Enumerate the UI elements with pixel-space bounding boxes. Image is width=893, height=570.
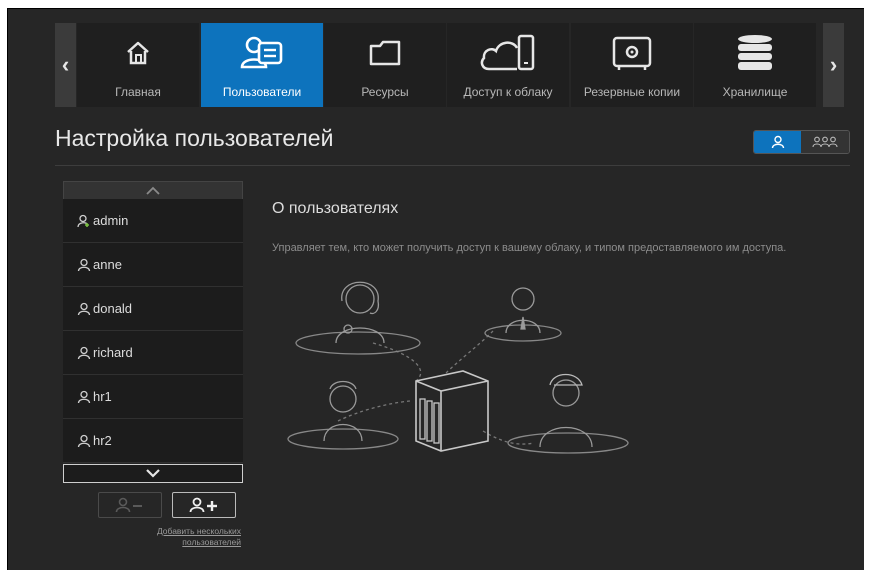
user-list-item-hr2[interactable]: hr2 — [63, 419, 243, 463]
user-list-item-richard[interactable]: richard — [63, 331, 243, 375]
users-illustration — [287, 281, 629, 454]
nav-item-backups[interactable]: Резервные копии — [571, 23, 693, 107]
users-icon — [201, 31, 323, 75]
list-scroll-down-button[interactable] — [63, 464, 243, 483]
add-multiple-line2: пользователей — [182, 537, 241, 547]
nav-item-label: Резервные копии — [583, 85, 681, 99]
nav-next-button[interactable]: › — [823, 23, 844, 107]
single-user-icon — [771, 135, 784, 149]
storage-icon — [694, 31, 816, 75]
user-list-item-hr1[interactable]: hr1 — [63, 375, 243, 419]
nav-prev-button[interactable]: ‹ — [55, 23, 76, 107]
nav-item-shares[interactable]: Ресурсы — [324, 23, 446, 107]
nav-item-label: Доступ к облаку — [463, 85, 553, 99]
home-icon — [77, 31, 199, 75]
app-window: ‹ Главная Пользователи Ресурсы Доступ к … — [7, 8, 864, 570]
chevron-left-icon: ‹ — [61, 52, 70, 77]
admin-user-icon — [77, 214, 91, 228]
add-user-button[interactable] — [172, 492, 236, 518]
chevron-up-icon — [146, 186, 160, 195]
chevron-down-icon — [146, 469, 160, 478]
user-list-item-admin[interactable]: admin — [63, 199, 243, 243]
user-list-item-anne[interactable]: anne — [63, 243, 243, 287]
safe-icon — [571, 31, 693, 75]
add-multiple-users-link[interactable]: Добавить нескольких пользователей — [108, 526, 241, 548]
list-scroll-up-button[interactable] — [63, 181, 243, 200]
multi-user-icon — [812, 136, 838, 148]
about-title: О пользователях — [272, 200, 399, 217]
nav-item-label: Ресурсы — [361, 85, 409, 99]
window-edge — [864, 8, 893, 569]
nav-item-label: Пользователи — [222, 85, 302, 99]
nav-item-storage[interactable]: Хранилище — [694, 23, 816, 107]
user-name: anne — [93, 257, 122, 272]
add-multiple-line1: Добавить нескольких — [156, 526, 241, 536]
view-toggle — [753, 130, 850, 154]
chevron-right-icon: › — [829, 52, 838, 77]
user-icon — [77, 258, 91, 272]
user-name: donald — [93, 301, 133, 316]
nav-item-label: Хранилище — [722, 85, 788, 99]
user-name: richard — [93, 345, 133, 360]
user-icon — [77, 434, 91, 448]
add-user-icon — [189, 497, 217, 513]
remove-user-icon — [115, 497, 142, 513]
user-icon — [77, 346, 91, 360]
user-list-item-donald[interactable]: donald — [63, 287, 243, 331]
nav-item-home[interactable]: Главная — [77, 23, 199, 107]
page-title: Настройка пользователей — [55, 125, 334, 151]
cloud-access-icon — [447, 31, 569, 75]
header-divider — [55, 165, 850, 166]
single-user-view-button[interactable] — [754, 131, 801, 153]
folder-icon — [324, 31, 446, 75]
about-description: Управляет тем, кто может получить доступ… — [272, 242, 787, 254]
user-name: hr1 — [93, 389, 112, 404]
remove-user-button[interactable] — [98, 492, 162, 518]
user-name: hr2 — [93, 433, 112, 448]
user-icon — [77, 302, 91, 316]
user-icon — [77, 390, 91, 404]
user-name: admin — [93, 213, 129, 228]
nav-item-users[interactable]: Пользователи — [201, 23, 323, 107]
multi-user-view-button[interactable] — [801, 131, 849, 153]
nav-item-label: Главная — [115, 85, 161, 99]
nav-item-cloud-access[interactable]: Доступ к облаку — [447, 23, 569, 107]
